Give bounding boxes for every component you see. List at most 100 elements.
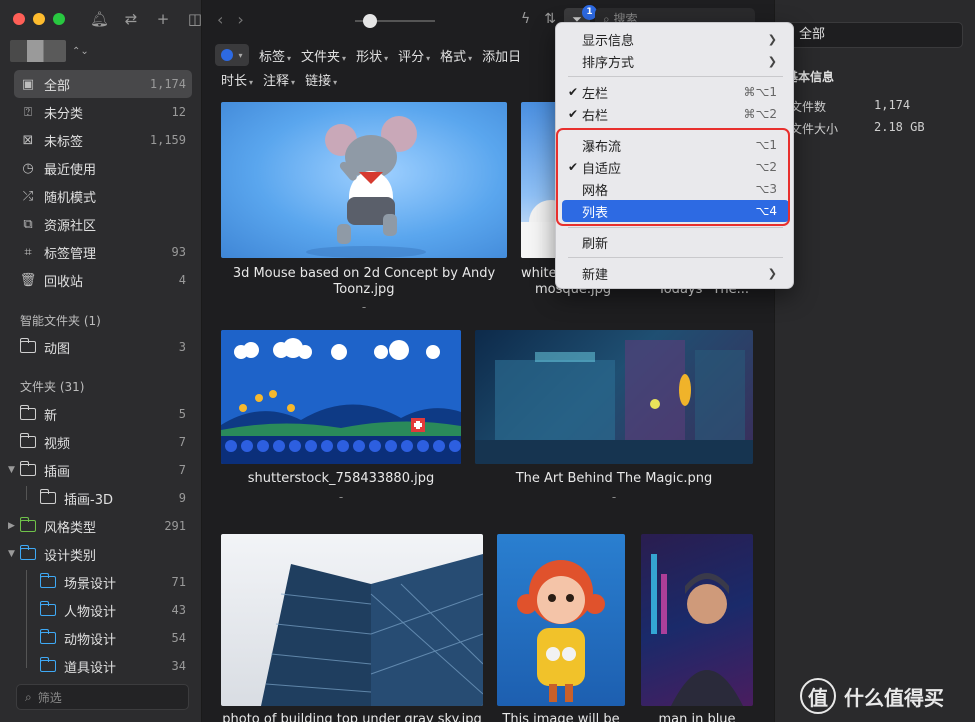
menu-separator — [568, 129, 783, 130]
forward-arrow-icon[interactable]: › — [237, 10, 243, 29]
menu-item-new[interactable]: 新建 ❯ — [562, 262, 789, 284]
folder-item-animal[interactable]: 动物设计 54 — [14, 624, 192, 652]
checkmark-icon: ✔ — [568, 85, 579, 99]
plus-icon[interactable]: + — [154, 10, 172, 28]
nav-item-all[interactable]: ▣ 全部 1,174 — [14, 70, 192, 98]
pixel-game-scene — [221, 330, 461, 464]
folder-icon — [19, 433, 36, 450]
item-caption: man in blue — [658, 712, 736, 722]
folder-item-video[interactable]: 视频 7 — [14, 428, 192, 456]
image-thumbnail[interactable] — [497, 534, 625, 706]
nav-item-tags[interactable]: ⌗ 标签管理 93 — [14, 238, 192, 266]
nav-label: 标签管理 — [44, 246, 97, 262]
nav-count: 1,159 — [149, 133, 186, 147]
slider-knob[interactable] — [363, 14, 377, 28]
back-arrow-icon[interactable]: ‹ — [217, 10, 223, 29]
menu-item-waterfall[interactable]: 瀑布流 ⌥1 — [562, 134, 789, 156]
menu-item-label: 列表 — [582, 205, 609, 221]
menu-separator — [568, 227, 783, 228]
filter-folder[interactable]: 文件夹 ▾ — [301, 46, 346, 65]
filter-links[interactable]: 链接 ▾ — [305, 70, 337, 89]
folder-item-character[interactable]: 人物设计 43 — [14, 596, 192, 624]
smart-folders-title: 智能文件夹 (1) — [20, 314, 101, 328]
caret-down-icon[interactable]: ▼ — [8, 549, 18, 559]
image-thumbnail[interactable] — [221, 330, 461, 464]
menu-item-refresh[interactable]: 刷新 — [562, 231, 789, 253]
menu-item-show-info[interactable]: 显示信息 ❯ — [562, 28, 789, 50]
menu-shortcut: ⌥4 — [755, 204, 777, 218]
menu-item-right-panel[interactable]: ✔ 右栏 ⌘⌥2 — [562, 103, 789, 125]
menu-item-sort[interactable]: 排序方式 ❯ — [562, 50, 789, 72]
filter-duration[interactable]: 时长 ▾ — [221, 70, 253, 89]
item-caption: shutterstock_758433880.jpg — [247, 471, 435, 486]
smart-folder-item[interactable]: 动图 3 — [14, 333, 192, 361]
filter-label: 标签 — [259, 49, 286, 65]
lightning-icon[interactable]: ϟ — [521, 11, 530, 27]
nav-item-recent[interactable]: ◷ 最近使用 — [14, 154, 192, 182]
image-thumbnail[interactable] — [221, 534, 483, 706]
image-thumbnail[interactable] — [221, 102, 507, 258]
sync-icon[interactable]: ⇄ — [122, 10, 140, 28]
menu-item-adaptive[interactable]: ✔ 自适应 ⌥2 — [562, 156, 789, 178]
folder-blue-icon — [39, 573, 56, 590]
scope-select[interactable]: 全部 — [786, 22, 963, 48]
mouse-figure — [306, 116, 426, 258]
caret-down-icon[interactable]: ▼ — [8, 465, 18, 475]
nav-label: 未标签 — [44, 134, 84, 150]
nav-item-community[interactable]: ⧉ 资源社区 — [14, 210, 192, 238]
zoom-window-button[interactable] — [53, 13, 65, 25]
folder-item-style[interactable]: ▶ 风格类型 291 — [8, 512, 192, 540]
menu-item-label: 网格 — [582, 183, 609, 199]
chevron-down-icon: ▾ — [238, 50, 243, 60]
filter-rating[interactable]: 评分 ▾ — [398, 46, 430, 65]
folder-item-scene[interactable]: 场景设计 71 — [14, 568, 192, 596]
item-caption: The Art Behind The Magic.png — [515, 471, 713, 486]
info-key: 文件数 — [790, 100, 827, 114]
folder-item-design[interactable]: ▼ 设计类别 — [8, 540, 192, 568]
folder-item-new[interactable]: 新 5 — [14, 400, 192, 428]
menu-item-label: 左栏 — [582, 86, 609, 102]
info-value: 1,174 — [874, 98, 911, 112]
image-thumbnail[interactable] — [641, 534, 753, 706]
menu-item-list[interactable]: 列表 ⌥4 — [562, 200, 789, 222]
image-thumbnail[interactable] — [475, 330, 753, 464]
sidebar-filter-input[interactable]: ⌕ 筛选 — [16, 684, 189, 710]
filter-tags[interactable]: 标签 ▾ — [259, 46, 291, 65]
color-filter-button[interactable]: ▾ — [215, 44, 249, 66]
nav-item-uncategorized[interactable]: ⍰ 未分类 12 — [14, 98, 192, 126]
nav-item-untagged[interactable]: ⊠ 未标签 1,159 — [14, 126, 192, 154]
caret-right-icon[interactable]: ▶ — [8, 521, 18, 531]
nav-count: 291 — [164, 519, 186, 533]
watermark-circle-icon: 值 — [800, 678, 836, 714]
info-value: 2.18 GB — [874, 120, 925, 134]
nav-count: 34 — [171, 659, 186, 673]
filter-notes[interactable]: 注释 ▾ — [263, 70, 295, 89]
filter-format[interactable]: 格式 ▾ — [440, 46, 472, 65]
item-subtitle: - — [361, 300, 367, 314]
checkmark-icon: ✔ — [568, 107, 579, 121]
nav-count: 5 — [178, 407, 186, 421]
close-window-button[interactable] — [13, 13, 25, 25]
folder-item-prop[interactable]: 道具设计 34 — [14, 652, 192, 680]
nav-item-random[interactable]: ⤮ 随机模式 — [14, 182, 192, 210]
menu-item-label: 右栏 — [582, 108, 609, 124]
nav-item-trash[interactable]: 🗑︎ 回收站 4 — [14, 266, 192, 294]
nav-label: 动图 — [44, 341, 71, 357]
sidebar-toggle-icon[interactable]: ◫ — [186, 10, 204, 28]
image-thumbnail[interactable] — [521, 102, 557, 258]
folder-item-illustration-3d[interactable]: 插画-3D 9 — [14, 484, 192, 512]
menu-item-grid[interactable]: 网格 ⌥3 — [562, 178, 789, 200]
nav-label: 道具设计 — [64, 660, 117, 676]
library-switcher[interactable]: ⌃⌄ — [10, 40, 89, 62]
nav-count: 9 — [178, 491, 186, 505]
bell-icon[interactable]: 🔔︎ — [90, 10, 109, 28]
filter-bar-2: 时长 ▾ 注释 ▾ 链接 ▾ — [221, 70, 337, 89]
sort-icon[interactable]: ⇅ — [544, 11, 556, 27]
minimize-window-button[interactable] — [33, 13, 45, 25]
tag-icon: ⌗ — [24, 244, 32, 260]
window-controls — [13, 13, 65, 25]
filter-shape[interactable]: 形状 ▾ — [356, 46, 388, 65]
menu-item-left-panel[interactable]: ✔ 左栏 ⌘⌥1 — [562, 81, 789, 103]
folder-item-illustration[interactable]: ▼ 插画 7 — [8, 456, 192, 484]
filter-date-added[interactable]: 添加日 — [482, 46, 521, 65]
